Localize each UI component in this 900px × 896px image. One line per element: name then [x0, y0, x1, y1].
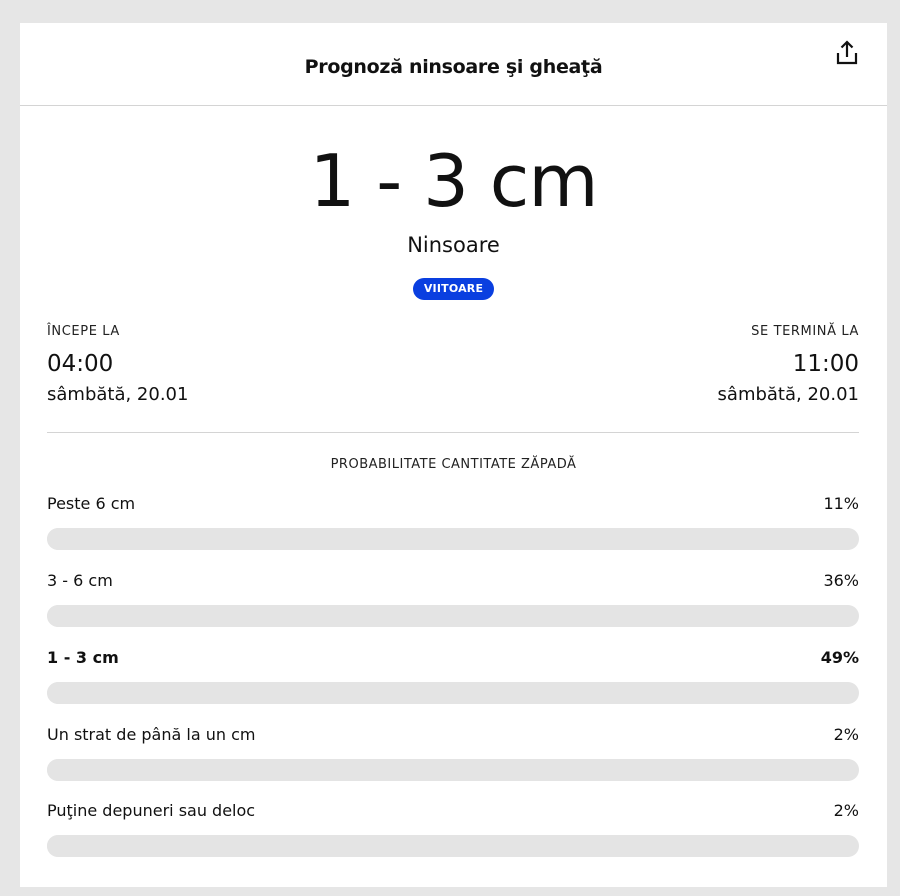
probability-row: 1 - 3 cm 49% [47, 648, 859, 708]
end-label: SE TERMINĂ LA [751, 324, 859, 339]
card-header: Prognoză ninsoare şi gheaţă [20, 23, 887, 106]
row-percent: 49% [820, 648, 859, 667]
precipitation-type: Ninsoare [407, 233, 500, 257]
row-label: 1 - 3 cm [47, 648, 119, 667]
probability-row: 3 - 6 cm 36% [47, 571, 859, 631]
start-date: sâmbătă, 20.01 [47, 384, 189, 405]
row-percent: 2% [833, 801, 859, 820]
probability-bar [47, 682, 859, 704]
probability-bar [47, 528, 859, 550]
snow-amount: 1 - 3 cm [309, 139, 599, 223]
probability-bar-fill [47, 759, 64, 781]
probability-bar-fill [47, 605, 340, 627]
probability-bar [47, 835, 859, 857]
probability-bar [47, 759, 859, 781]
status-badge: VIITOARE [412, 278, 495, 300]
probability-title: PROBABILITATE CANTITATE ZĂPADĂ [330, 457, 577, 472]
probability-bar-fill [47, 835, 64, 857]
row-label: Peste 6 cm [47, 494, 136, 513]
share-button[interactable] [832, 37, 862, 69]
row-percent: 11% [823, 494, 859, 513]
page-title: Prognoză ninsoare şi gheaţă [304, 56, 603, 78]
end-date: sâmbătă, 20.01 [717, 384, 859, 405]
probability-bar-fill [47, 682, 445, 704]
row-percent: 36% [823, 571, 859, 590]
row-label: Un strat de până la un cm [47, 725, 256, 744]
probability-bar-fill [47, 528, 137, 550]
row-label: 3 - 6 cm [47, 571, 113, 590]
probability-row: Un strat de până la un cm 2% [47, 725, 859, 785]
probability-bar [47, 605, 859, 627]
snow-forecast-card: Prognoză ninsoare şi gheaţă 1 - 3 cm Nin… [20, 23, 887, 887]
divider [47, 432, 859, 433]
start-label: ÎNCEPE LA [47, 324, 120, 339]
probability-row: Puţine depuneri sau deloc 2% [47, 801, 859, 861]
end-time: 11:00 [792, 351, 859, 377]
row-label: Puţine depuneri sau deloc [47, 801, 256, 820]
share-icon [836, 40, 858, 65]
row-percent: 2% [833, 725, 859, 744]
start-time: 04:00 [47, 351, 114, 377]
status-badge-wrapper: VIITOARE [20, 277, 887, 300]
probability-row: Peste 6 cm 11% [47, 494, 859, 554]
